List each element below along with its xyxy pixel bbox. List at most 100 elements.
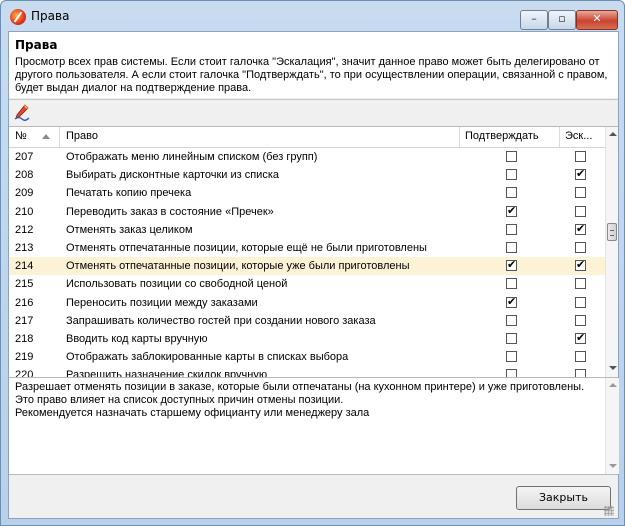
scroll-thumb[interactable] <box>607 223 617 241</box>
row-right-name: Отменять отпечатанные позиции, которые у… <box>66 260 410 273</box>
table-row[interactable]: 218 Вводить код карты вручную ✔ ✔ <box>9 330 605 348</box>
resize-grip-icon[interactable] <box>604 506 614 516</box>
scroll-up-icon[interactable] <box>609 383 617 387</box>
confirm-checkbox[interactable]: ✔ <box>506 369 517 377</box>
escalate-checkbox[interactable]: ✔ <box>575 151 586 162</box>
row-number: 220 <box>15 369 34 378</box>
scroll-up-icon[interactable] <box>609 132 617 136</box>
escalate-checkbox[interactable]: ✔ <box>575 205 586 217</box>
confirm-checkbox[interactable]: ✔ <box>506 278 517 290</box>
rights-grid: № Право Подтверждать Эск... 207 Отображат… <box>9 126 618 378</box>
window: Права – ▫ ✕ Права Просмотр всех прав сис… <box>0 0 625 526</box>
row-right-name: Печатать копию пречека <box>66 187 192 200</box>
grid-header: № Право Подтверждать Эск... <box>9 127 605 148</box>
confirm-checkbox[interactable]: ✔ <box>506 187 517 199</box>
client-area: Права Просмотр всех прав системы. Если с… <box>8 31 619 519</box>
row-right-name: Отменять заказ целиком <box>66 223 193 236</box>
checkmark-icon: ✔ <box>507 203 517 217</box>
row-right-name: Отображать меню линейным списком (без гр… <box>66 151 318 163</box>
table-row[interactable]: 219 Отображать заблокированные карты в сп… <box>9 348 605 366</box>
confirm-checkbox[interactable]: ✔ <box>506 169 517 181</box>
table-row[interactable]: 213 Отменять отпечатанные позиции, которы… <box>9 239 605 257</box>
row-number: 208 <box>15 169 34 182</box>
row-number: 212 <box>15 223 34 236</box>
minimize-button[interactable]: – <box>520 10 548 30</box>
row-number: 207 <box>15 151 34 163</box>
toolbar <box>9 99 618 126</box>
checkmark-icon: ✔ <box>507 294 517 308</box>
column-header-num[interactable]: № <box>15 130 27 142</box>
row-number: 217 <box>15 314 34 327</box>
confirm-checkbox[interactable]: ✔ <box>506 351 517 363</box>
column-separator <box>559 127 560 147</box>
checkmark-icon: ✔ <box>576 258 586 272</box>
title-bar[interactable]: Права – ▫ ✕ <box>1 1 624 31</box>
escalate-checkbox[interactable]: ✔ <box>575 167 586 181</box>
maximize-icon: ▫ <box>558 12 566 25</box>
column-header-confirm[interactable]: Подтверждать <box>465 130 539 142</box>
row-right-name: Использовать позиции со свободной ценой <box>66 278 288 291</box>
escalate-checkbox[interactable]: ✔ <box>575 258 586 272</box>
escalate-checkbox[interactable]: ✔ <box>575 331 586 344</box>
escalate-checkbox[interactable]: ✔ <box>575 314 586 326</box>
table-row[interactable]: 212 Отменять заказ целиком ✔ ✔ <box>9 221 605 239</box>
row-number: 214 <box>15 260 34 273</box>
escalate-checkbox[interactable]: ✔ <box>575 187 586 199</box>
description-scrollbar[interactable] <box>605 378 619 474</box>
description-line: Это право влияет на список доступных при… <box>15 394 344 406</box>
scroll-down-icon[interactable] <box>609 366 617 370</box>
confirm-checkbox[interactable]: ✔ <box>506 242 517 253</box>
column-separator <box>59 127 60 147</box>
info-header: Права Просмотр всех прав системы. Если с… <box>9 32 618 98</box>
row-right-name: Разрешить назначение скидок вручную <box>66 369 268 378</box>
row-right-name: Отображать заблокированные карты в списк… <box>66 351 349 364</box>
table-row[interactable]: 217 Запрашивать количество гостей при соз… <box>9 312 605 330</box>
confirm-checkbox[interactable]: ✔ <box>506 258 517 272</box>
confirm-checkbox[interactable]: ✔ <box>506 333 517 344</box>
close-button[interactable]: Закрыть <box>516 486 611 510</box>
checkmark-icon: ✔ <box>507 258 517 272</box>
table-row[interactable]: 207 Отображать меню линейным списком (без… <box>9 148 605 166</box>
row-number: 218 <box>15 333 34 345</box>
column-header-name[interactable]: Право <box>66 130 98 142</box>
description-line: Разрешает отменять позиции в заказе, кот… <box>15 381 585 393</box>
escalate-checkbox[interactable]: ✔ <box>575 369 586 377</box>
column-header-escalate[interactable]: Эск... <box>565 130 592 142</box>
confirm-checkbox[interactable]: ✔ <box>506 151 517 162</box>
grid-scrollbar[interactable] <box>605 127 618 377</box>
table-row[interactable]: 216 Переносить позиции между заказами ✔ ✔ <box>9 294 605 312</box>
table-row[interactable]: 220 Разрешить назначение скидок вручную ✔ ✔ <box>9 366 605 378</box>
maximize-button[interactable]: ▫ <box>548 10 576 30</box>
confirm-checkbox[interactable]: ✔ <box>506 314 517 326</box>
confirm-checkbox[interactable]: ✔ <box>506 294 517 308</box>
row-right-name: Отменять отпечатанные позиции, которые е… <box>66 242 427 254</box>
table-row[interactable]: 209 Печатать копию пречека ✔ ✔ <box>9 184 605 202</box>
escalate-checkbox[interactable]: ✔ <box>575 278 586 290</box>
app-logo-icon <box>10 9 26 25</box>
header-description: Просмотр всех прав системы. Если стоит г… <box>15 56 608 94</box>
escalate-checkbox[interactable]: ✔ <box>575 351 586 363</box>
row-right-name: Выбирать дисконтные карточки из списка <box>66 169 279 182</box>
close-window-button[interactable]: ✕ <box>576 10 618 30</box>
table-row[interactable]: 208 Выбирать дисконтные карточки из списк… <box>9 166 605 184</box>
escalate-checkbox[interactable]: ✔ <box>575 221 586 235</box>
row-number: 210 <box>15 205 34 218</box>
confirm-checkbox[interactable]: ✔ <box>506 223 517 235</box>
row-number: 213 <box>15 242 34 254</box>
column-separator <box>459 127 460 147</box>
edit-pencil-icon[interactable] <box>13 103 31 121</box>
window-title: Права <box>31 9 70 23</box>
table-row[interactable]: 214 Отменять отпечатанные позиции, которы… <box>9 257 605 276</box>
row-right-name: Запрашивать количество гостей при создан… <box>66 314 376 327</box>
escalate-checkbox[interactable]: ✔ <box>575 296 586 308</box>
table-row[interactable]: 210 Переводить заказ в состояние «Пречек»… <box>9 203 605 221</box>
table-row[interactable]: 215 Использовать позиции со свободной цен… <box>9 275 605 293</box>
checkmark-icon: ✔ <box>576 221 586 235</box>
escalate-checkbox[interactable]: ✔ <box>575 242 586 253</box>
scroll-down-icon[interactable] <box>609 464 617 468</box>
header-title: Права <box>15 38 58 52</box>
row-right-name: Переводить заказ в состояние «Пречек» <box>66 205 274 218</box>
row-right-name: Вводить код карты вручную <box>66 333 208 345</box>
confirm-checkbox[interactable]: ✔ <box>506 203 517 217</box>
sort-ascending-icon <box>42 134 50 139</box>
